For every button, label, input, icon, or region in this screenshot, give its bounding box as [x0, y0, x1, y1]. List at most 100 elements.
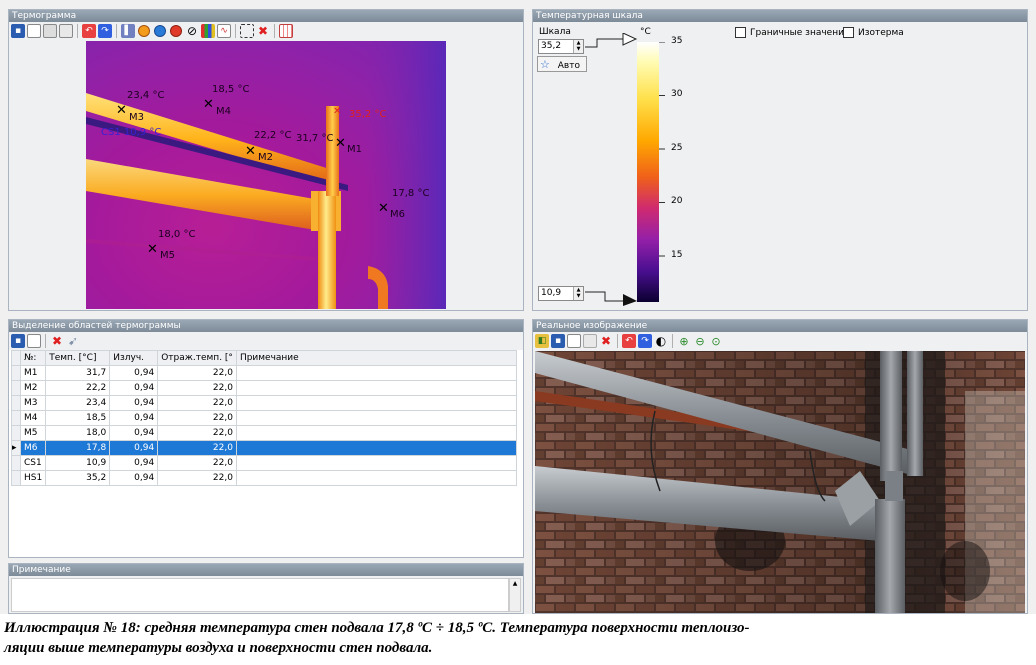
paste-icon[interactable] — [583, 334, 597, 348]
thermogram-image[interactable]: 23,4 °C ✕ M3 18,5 °C ✕ M4 CS1 10,9 °C 22… — [86, 41, 446, 309]
row-indicator[interactable] — [11, 425, 21, 441]
cell-id[interactable]: M1 — [19, 365, 47, 381]
copy-icon[interactable] — [27, 24, 41, 38]
rotate-left-icon[interactable]: ↶ — [82, 24, 96, 38]
copy-icon[interactable] — [567, 334, 581, 348]
zoom-in-icon[interactable]: ⊕ — [677, 334, 691, 348]
marker-m4-cross[interactable]: ✕ — [203, 98, 214, 111]
table-row[interactable]: M2 22,2 0,94 22,0 — [11, 380, 517, 396]
row-indicator[interactable]: ▸ — [11, 440, 21, 456]
cell-reflected-temp[interactable]: 22,0 — [157, 425, 237, 441]
delete-icon[interactable]: ✖ — [50, 334, 64, 348]
profile-chart-icon[interactable]: ∿ — [217, 24, 231, 38]
spin-arrows-icon[interactable]: ▲ ▼ — [573, 287, 583, 300]
marker-m1-cross[interactable]: ✕ — [335, 137, 346, 150]
cell-temp[interactable]: 31,7 — [45, 365, 111, 381]
column-header-emissivity[interactable]: Излуч. — [109, 350, 159, 366]
min-pointer[interactable] — [585, 290, 640, 306]
row-indicator[interactable] — [11, 395, 21, 411]
delete-icon[interactable]: ✖ — [599, 334, 613, 348]
zoom-fit-icon[interactable]: ⊙ — [709, 334, 723, 348]
cell-emissivity[interactable]: 0,94 — [109, 455, 159, 471]
scale-min-input[interactable]: 10,9 ▲ ▼ — [538, 286, 584, 301]
table-row[interactable]: HS1 35,2 0,94 22,0 — [11, 470, 517, 486]
cell-id[interactable]: CS1 — [19, 455, 47, 471]
spot-red-icon[interactable] — [169, 24, 183, 38]
cell-reflected-temp[interactable]: 22,0 — [157, 365, 237, 381]
table-row[interactable]: CS1 10,9 0,94 22,0 — [11, 455, 517, 471]
cell-id[interactable]: HS1 — [19, 470, 47, 486]
cell-emissivity[interactable]: 0,94 — [109, 365, 159, 381]
table-row[interactable]: M3 23,4 0,94 22,0 — [11, 395, 517, 411]
cell-reflected-temp[interactable]: 22,0 — [157, 470, 237, 486]
marker-m6-cross[interactable]: ✕ — [378, 202, 389, 215]
checkbox-box[interactable] — [735, 27, 746, 38]
rotate-right-icon[interactable]: ↷ — [98, 24, 112, 38]
open-folder-icon[interactable]: ◧ — [535, 334, 549, 348]
cell-temp[interactable]: 23,4 — [45, 395, 111, 411]
rotate-right-icon[interactable]: ↷ — [638, 334, 652, 348]
table-row[interactable]: ▸ M6 17,8 0,94 22,0 — [11, 440, 517, 456]
cell-id[interactable]: M3 — [19, 395, 47, 411]
zoom-out-icon[interactable]: ⊖ — [693, 334, 707, 348]
row-indicator[interactable] — [11, 470, 21, 486]
cell-temp[interactable]: 22,2 — [45, 380, 111, 396]
pin-icon[interactable]: ➹ — [66, 334, 80, 348]
basement-photo[interactable] — [535, 351, 1025, 613]
cell-emissivity[interactable]: 0,94 — [109, 380, 159, 396]
cell-emissivity[interactable]: 0,94 — [109, 470, 159, 486]
spin-arrows-icon[interactable]: ▲ ▼ — [573, 40, 583, 53]
table-row[interactable]: M4 18,5 0,94 22,0 — [11, 410, 517, 426]
cell-note[interactable] — [235, 380, 517, 396]
table-row[interactable]: M1 31,7 0,94 22,0 — [11, 365, 517, 381]
marker-m5-cross[interactable]: ✕ — [147, 243, 158, 256]
checkbox-box[interactable] — [843, 27, 854, 38]
rotate-left-icon[interactable]: ↶ — [622, 334, 636, 348]
cell-temp[interactable]: 10,9 — [45, 455, 111, 471]
marker-m2-cross[interactable]: ✕ — [245, 145, 256, 158]
auto-button[interactable]: ☆ Авто — [537, 56, 587, 72]
save-icon[interactable]: ▪ — [551, 334, 565, 348]
cell-id[interactable]: M6 — [19, 440, 47, 456]
cell-note[interactable] — [235, 425, 517, 441]
delete-icon[interactable]: ✖ — [256, 24, 270, 38]
grid-icon[interactable] — [279, 24, 293, 38]
column-header-note[interactable]: Примечание — [235, 350, 517, 366]
cell-reflected-temp[interactable]: 22,0 — [157, 380, 237, 396]
row-indicator[interactable] — [11, 380, 21, 396]
marker-hs1-cross[interactable]: ✕ — [333, 105, 341, 118]
cell-id[interactable]: M5 — [19, 425, 47, 441]
cell-emissivity[interactable]: 0,94 — [109, 410, 159, 426]
note-textarea[interactable] — [11, 578, 509, 612]
column-header-id[interactable]: №: — [19, 350, 47, 366]
export-icon[interactable] — [59, 24, 73, 38]
cell-temp[interactable]: 35,2 — [45, 470, 111, 486]
cell-note[interactable] — [235, 365, 517, 381]
thermometer-icon[interactable]: ▌ — [121, 24, 135, 38]
cell-note[interactable] — [235, 395, 517, 411]
cell-note[interactable] — [235, 455, 517, 471]
spot-blue-icon[interactable] — [153, 24, 167, 38]
save-icon[interactable]: ▪ — [11, 334, 25, 348]
cell-temp[interactable]: 18,5 — [45, 410, 111, 426]
note-scrollbar[interactable]: ▲ — [509, 578, 521, 612]
cell-note[interactable] — [235, 410, 517, 426]
row-indicator[interactable] — [11, 410, 21, 426]
forbidden-icon[interactable]: ⊘ — [185, 24, 199, 38]
print-icon[interactable] — [43, 24, 57, 38]
max-pointer[interactable] — [585, 33, 645, 48]
cell-temp[interactable]: 17,8 — [45, 440, 111, 456]
boundary-values-checkbox[interactable]: Граничные значения — [735, 27, 849, 38]
row-indicator[interactable] — [11, 455, 21, 471]
column-header-reflected-temp[interactable]: Отраж.темп. [° — [157, 350, 237, 366]
cell-note[interactable] — [235, 440, 517, 456]
row-indicator[interactable] — [11, 365, 21, 381]
cell-reflected-temp[interactable]: 22,0 — [157, 410, 237, 426]
contrast-icon[interactable]: ◐ — [654, 334, 668, 348]
cell-id[interactable]: M2 — [19, 380, 47, 396]
table-row[interactable]: M5 18,0 0,94 22,0 — [11, 425, 517, 441]
scale-max-input[interactable]: 35,2 ▲ ▼ — [538, 39, 584, 54]
spot-orange-icon[interactable] — [137, 24, 151, 38]
copy-icon[interactable] — [27, 334, 41, 348]
cell-emissivity[interactable]: 0,94 — [109, 425, 159, 441]
